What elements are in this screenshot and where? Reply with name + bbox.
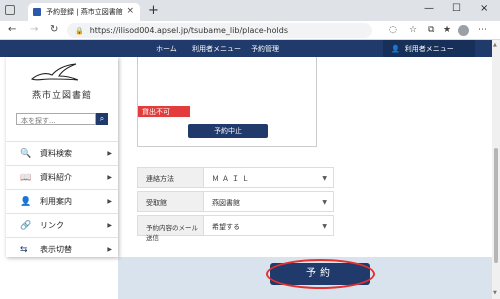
scroll-up-icon[interactable]: ▲	[493, 42, 497, 48]
chevron-right-icon: ▶	[107, 198, 112, 205]
form-row-contact: 連絡方法 ＭＡＩＬ ▼	[137, 167, 337, 188]
browser-tab-bar: 予約登録 | 燕市立図書館 × + — ☐ ×	[0, 0, 500, 21]
nav-reserve-management[interactable]: 予約管理	[251, 44, 279, 54]
reservation-item-card: 貸出不可 予約中止	[137, 57, 317, 147]
form-row-pickup: 受取館 燕図書館 ▼	[137, 191, 337, 212]
profile-avatar[interactable]	[458, 25, 469, 36]
search-button[interactable]: ⌕	[96, 113, 108, 125]
tab-title: 予約登録 | 燕市立図書館	[46, 8, 123, 16]
user-menu-label: 利用者メニュー	[404, 44, 454, 53]
chevron-down-icon: ▼	[322, 199, 327, 206]
sidebar-menu: 燕市立図書館 本を探す... ⌕ 🔍 資料検索 ▶ 📖 資料紹介 ▶ 👤 利用案…	[6, 57, 118, 257]
vertical-scrollbar[interactable]: ▲ ▼	[492, 40, 500, 299]
new-tab-button[interactable]: +	[148, 3, 159, 18]
link-icon: 🔗	[20, 220, 32, 231]
tab-close-icon[interactable]: ×	[126, 6, 134, 16]
tab-actions-icon[interactable]	[5, 5, 15, 15]
reload-icon[interactable]: ↻	[50, 24, 58, 35]
sidebar-item-links[interactable]: 🔗 リンク ▶	[6, 213, 118, 237]
chevron-right-icon: ▶	[107, 246, 112, 253]
search-book-icon: 🔍	[20, 148, 32, 159]
url-text: https://ilisod004.apsel.jp/tsubame_lib/p…	[89, 26, 288, 35]
user-menu-button[interactable]: 👤 利用者メニュー	[383, 40, 475, 57]
sidebar-item-introduction[interactable]: 📖 資料紹介 ▶	[6, 165, 118, 189]
book-open-icon: 📖	[20, 172, 32, 183]
user-icon: 👤	[20, 196, 32, 207]
nav-home[interactable]: ホーム	[156, 44, 177, 54]
maximize-icon[interactable]: ☐	[452, 3, 461, 14]
form-row-email: 予約内容のメール送信 希望する ▼	[137, 215, 337, 242]
forward-icon[interactable]: →	[30, 24, 38, 35]
top-navigation: ホーム 利用者メニュー 予約管理 👤 利用者メニュー	[0, 40, 492, 57]
url-field[interactable]: 🔒 https://ilisod004.apsel.jp/tsubame_lib…	[67, 23, 372, 38]
highlight-ellipse	[266, 259, 375, 289]
favorites-bar-icon[interactable]: ★	[443, 25, 451, 35]
sidebar-item-guide[interactable]: 👤 利用案内 ▶	[6, 189, 118, 213]
sidebar-item-label: 資料紹介	[40, 173, 72, 182]
chevron-down-icon: ▼	[322, 175, 327, 182]
contact-method-label: 連絡方法	[137, 167, 204, 188]
reservation-form: 連絡方法 ＭＡＩＬ ▼ 受取館 燕図書館 ▼ 予約内容のメール送信 希望する ▼	[137, 167, 337, 242]
more-menu-icon[interactable]: ⋯	[478, 25, 487, 35]
status-badge: 貸出不可	[138, 106, 190, 117]
switch-icon: ⇆	[20, 244, 28, 255]
email-notify-label: 予約内容のメール送信	[137, 215, 204, 242]
sidebar-item-label: 表示切替	[40, 245, 72, 254]
email-notify-value: 希望する	[212, 223, 240, 231]
action-bar: 予約	[118, 257, 492, 299]
sidebar-item-search[interactable]: 🔍 資料検索 ▶	[6, 141, 118, 165]
minimize-icon[interactable]: —	[424, 3, 434, 14]
library-name: 燕市立図書館	[31, 91, 92, 101]
favorite-star-icon[interactable]: ☆	[409, 25, 417, 35]
site-favicon-icon	[33, 8, 41, 16]
sidebar-item-display[interactable]: ⇆ 表示切替 ▶	[6, 237, 118, 261]
chevron-right-icon: ▶	[107, 150, 112, 157]
read-aloud-icon[interactable]: ◌	[389, 25, 397, 35]
contact-method-value: ＭＡＩＬ	[212, 175, 252, 183]
scroll-down-icon[interactable]: ▼	[493, 290, 497, 296]
pickup-library-select[interactable]: 燕図書館 ▼	[204, 191, 334, 212]
nav-user-menu[interactable]: 利用者メニュー	[192, 44, 241, 54]
search-input[interactable]: 本を探す...	[16, 113, 96, 125]
search-icon: ⌕	[99, 114, 105, 123]
close-window-icon[interactable]: ×	[480, 3, 488, 14]
pickup-library-value: 燕図書館	[212, 199, 240, 207]
sidebar-item-label: 資料検索	[40, 149, 72, 158]
address-bar-row: ← → ↻ 🔒 https://ilisod004.apsel.jp/tsuba…	[0, 21, 500, 40]
email-notify-select[interactable]: 希望する ▼	[204, 215, 334, 236]
collections-icon[interactable]: ⧉	[428, 25, 434, 35]
lock-icon: 🔒	[75, 26, 84, 35]
cancel-reservation-button[interactable]: 予約中止	[188, 124, 268, 138]
chevron-right-icon: ▶	[107, 222, 112, 229]
user-icon: 👤	[391, 44, 400, 53]
sidebar-nav: 🔍 資料検索 ▶ 📖 資料紹介 ▶ 👤 利用案内 ▶ 🔗 リンク ▶ ⇆ 表示切…	[6, 141, 118, 261]
scroll-thumb[interactable]	[494, 148, 498, 263]
chevron-down-icon: ▼	[322, 223, 327, 230]
sidebar-item-label: リンク	[40, 221, 64, 230]
web-page: ホーム 利用者メニュー 予約管理 👤 利用者メニュー 貸出不可 予約中止 連絡方…	[0, 40, 492, 299]
chevron-right-icon: ▶	[107, 174, 112, 181]
sidebar-item-label: 利用案内	[40, 197, 72, 206]
back-icon[interactable]: ←	[8, 24, 16, 35]
browser-tab[interactable]: 予約登録 | 燕市立図書館 ×	[28, 3, 140, 21]
contact-method-select[interactable]: ＭＡＩＬ ▼	[204, 167, 334, 188]
pickup-library-label: 受取館	[137, 191, 204, 212]
library-logo	[31, 63, 79, 81]
